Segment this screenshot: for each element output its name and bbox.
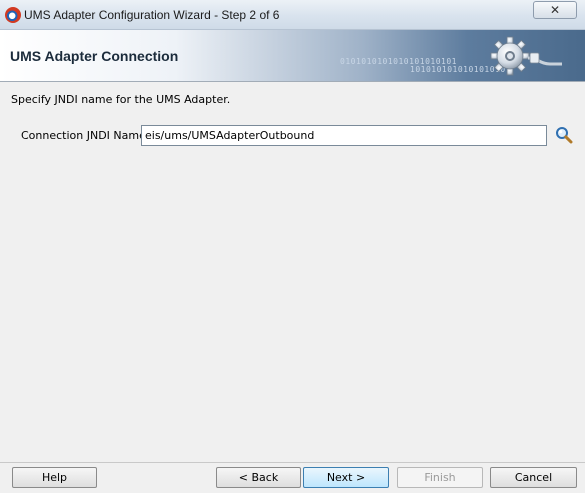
gear-plug-icon [480,34,570,80]
help-button[interactable]: Help [12,467,97,488]
magnifier-icon[interactable] [555,126,573,144]
close-icon: ✕ [549,3,561,17]
window-title: UMS Adapter Configuration Wizard - Step … [24,8,280,22]
footer-separator [0,462,585,463]
title-bar: UMS Adapter Configuration Wizard - Step … [0,0,585,30]
finish-button[interactable]: Finish [397,467,483,488]
close-button[interactable]: ✕ [533,1,577,19]
jndi-name-input[interactable] [141,125,547,146]
page-title: UMS Adapter Connection [10,48,179,64]
back-button[interactable]: < Back [216,467,301,488]
jndi-label: Connection JNDI Name: [21,129,150,142]
cancel-button[interactable]: Cancel [490,467,577,488]
instruction-text: Specify JNDI name for the UMS Adapter. [11,93,231,106]
next-button[interactable]: Next > [303,467,389,488]
wizard-banner: UMS Adapter Connection 01010101010101010… [0,30,585,82]
wizard-content: Specify JNDI name for the UMS Adapter. C… [0,83,585,463]
app-icon [5,7,21,23]
